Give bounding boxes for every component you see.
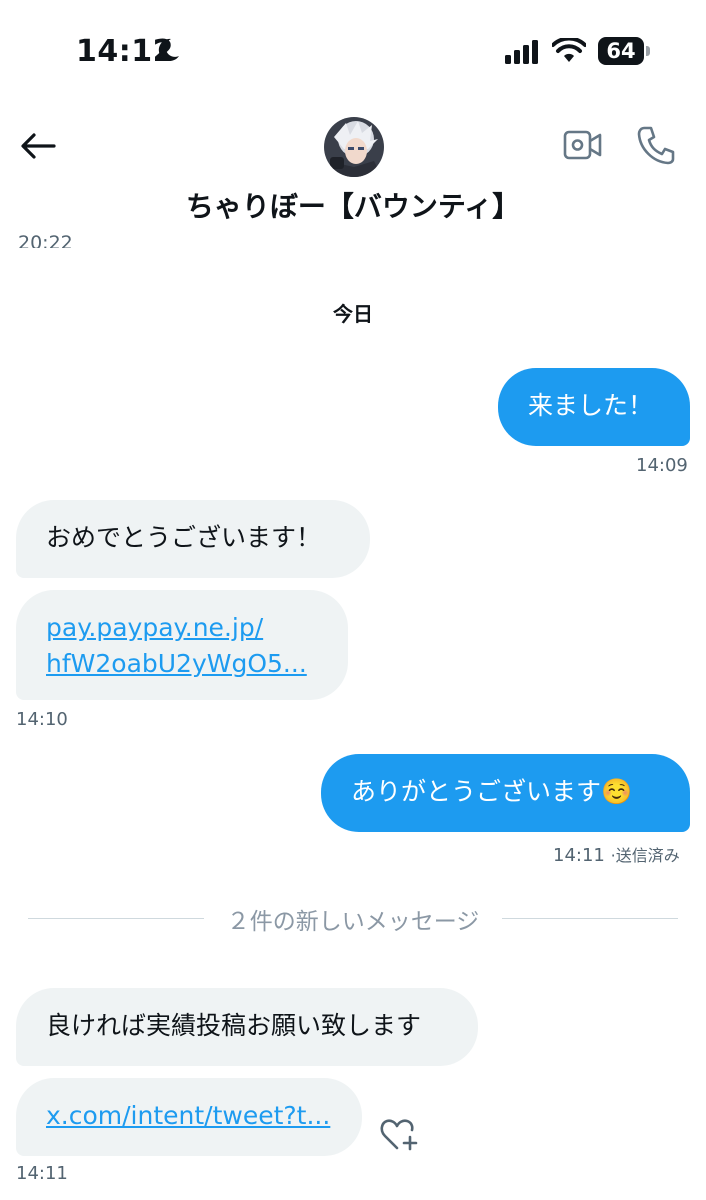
message-timestamp: 14:11 — [16, 1163, 68, 1184]
new-messages-divider: ２件の新しいメッセージ — [226, 909, 480, 935]
message-text: 良ければ実績投稿お願い致します — [46, 1011, 422, 1040]
add-reaction-heart-icon[interactable] — [380, 1116, 420, 1152]
message-bubble-outgoing[interactable]: 来ました！ — [498, 368, 690, 446]
message-timestamp: 14:11 ·送信済み — [553, 842, 680, 866]
cellular-signal-icon — [505, 40, 538, 64]
battery-cap — [646, 46, 650, 56]
link-bubble-tweet[interactable]: x.com/intent/tweet?t... — [16, 1078, 362, 1156]
sent-time: 14:11 — [553, 845, 605, 866]
day-separator: 今日 — [333, 302, 373, 326]
video-call-icon[interactable] — [563, 127, 603, 163]
contact-name: ちゃりぼー【バウンティ】 — [185, 190, 521, 223]
battery-indicator: 64 — [598, 37, 644, 65]
divider-line-right — [502, 918, 678, 919]
previous-timestamp: 20:22 — [18, 232, 73, 248]
message-timestamp: 14:10 — [16, 709, 68, 730]
message-bubble-outgoing[interactable]: ありがとうございます☺️ — [321, 754, 690, 832]
wifi-icon — [552, 38, 586, 62]
link-bubble-paypay[interactable]: pay.paypay.ne.jp/ hfW2oabU2yWgO5... — [16, 590, 348, 700]
moon-icon — [158, 38, 179, 61]
phone-call-icon[interactable] — [637, 125, 675, 165]
link-text-line1[interactable]: pay.paypay.ne.jp/ — [46, 610, 348, 646]
message-text: 来ました！ — [528, 391, 654, 420]
status-bar: 14:12 64 — [0, 0, 706, 100]
message-bubble-incoming[interactable]: 良ければ実績投稿お願い致します — [16, 988, 478, 1066]
sent-status: ·送信済み — [610, 846, 680, 865]
contact-avatar[interactable] — [324, 117, 384, 177]
message-bubble-incoming[interactable]: おめでとうございます！ — [16, 500, 370, 578]
link-text-line2[interactable]: hfW2oabU2yWgO5... — [46, 646, 348, 682]
message-timestamp: 14:09 — [636, 455, 688, 476]
message-text: おめでとうございます！ — [46, 523, 322, 552]
link-text[interactable]: x.com/intent/tweet?t... — [46, 1101, 330, 1130]
back-arrow-icon[interactable] — [18, 130, 58, 162]
message-text: ありがとうございます☺️ — [351, 777, 633, 806]
